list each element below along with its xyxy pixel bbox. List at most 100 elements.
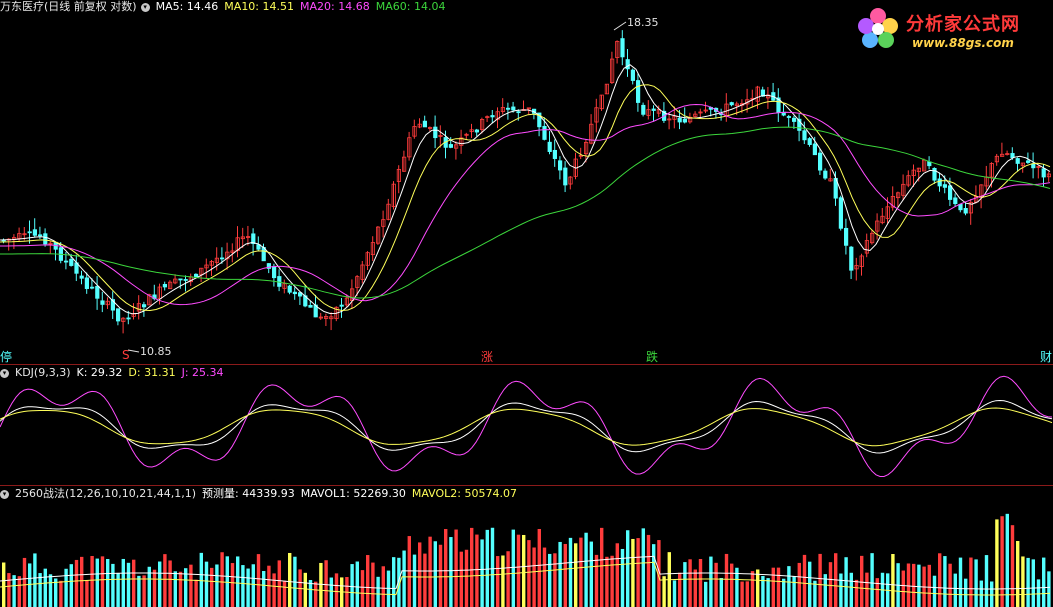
volume-bar <box>454 529 458 607</box>
price-chart-panel[interactable]: 万东医疗(日线 前复权 对数) ▾ MA5: 14.46 MA10: 14.51 MA2… <box>0 0 1053 364</box>
volume-bar <box>80 556 84 607</box>
volume-bar <box>464 549 469 607</box>
volume-bar <box>1036 579 1041 607</box>
volume-bar <box>714 562 718 607</box>
volume-bar <box>870 553 874 607</box>
volume-bar <box>776 567 781 607</box>
logo-text: 分析家公式网 <box>906 14 1020 35</box>
volume-bar <box>168 560 172 607</box>
volume-settings-icon[interactable]: ▾ <box>0 489 9 499</box>
settings-circle-icon[interactable]: ▾ <box>140 2 150 12</box>
volume-bar <box>574 543 578 607</box>
volume-bar <box>849 572 853 607</box>
kdj-d-line <box>0 407 1053 447</box>
volume-bar <box>927 564 931 607</box>
kdj-settings-icon[interactable]: ▾ <box>0 368 9 378</box>
candle-body <box>807 138 812 145</box>
candle-body <box>849 246 854 271</box>
candle-body <box>958 203 963 211</box>
candle-body <box>126 317 131 320</box>
volume-bar <box>506 551 510 607</box>
volume-bar <box>1005 513 1009 607</box>
candle-body <box>84 277 89 289</box>
volume-bar <box>542 547 547 607</box>
volume-bar <box>995 519 999 607</box>
candle-body <box>942 184 948 188</box>
volume-bar <box>64 568 68 607</box>
volume-bar <box>444 529 448 607</box>
volume-bar <box>350 564 354 607</box>
candle-body <box>812 143 818 156</box>
volume-bar <box>719 577 723 607</box>
candle-body <box>802 130 807 141</box>
volume-bar <box>303 572 307 607</box>
volume-bar <box>334 573 339 607</box>
volume-bar <box>537 528 541 607</box>
candle-body <box>162 284 167 288</box>
candle-body <box>308 304 313 308</box>
candle-body <box>558 160 563 171</box>
volume-bar <box>137 575 141 607</box>
volume-bar <box>111 563 115 607</box>
volume-bar <box>433 541 437 607</box>
candle-body <box>219 257 225 260</box>
volume-bar <box>288 552 292 607</box>
volume-bar <box>121 558 125 607</box>
candle-body <box>287 285 292 293</box>
candle-body <box>823 170 828 179</box>
volume-bar <box>522 534 526 607</box>
logo-url: www.88gs.com <box>912 36 1014 50</box>
volume-chart[interactable] <box>0 486 1053 607</box>
low-pointer <box>127 349 140 353</box>
candle-body <box>844 227 849 246</box>
volume-bar <box>194 579 198 607</box>
volume-bar <box>152 569 157 607</box>
volume-bar <box>932 575 937 607</box>
candle-body <box>682 118 688 123</box>
candlestick-chart[interactable] <box>0 0 1053 364</box>
volume-indicator-panel[interactable]: ▾ 2560战法(12,26,10,10,21,44,1,1) 预测量: 44339… <box>0 486 1053 607</box>
candle-body <box>116 308 121 322</box>
volume-bar <box>943 556 947 607</box>
candle-body <box>1026 160 1031 163</box>
volume-bar <box>839 573 843 607</box>
volume-bar <box>381 566 385 607</box>
volume-bar <box>584 532 588 607</box>
volume-bar <box>163 554 167 607</box>
candle-body <box>141 304 147 308</box>
candle-body <box>552 149 558 159</box>
volume-bar <box>693 569 697 607</box>
candle-body <box>620 38 625 58</box>
volume-bar <box>48 574 53 607</box>
volume-bar <box>610 555 614 607</box>
kdj-indicator-panel[interactable]: ▾ KDJ(9,3,3) K: 29.32 D: 31.31 J: 25.34 <box>0 365 1053 485</box>
kdj-j-value: J: 25.34 <box>181 366 224 379</box>
volume-bar <box>958 557 963 607</box>
volume-bar <box>688 559 692 607</box>
mavol1-value: MAVOL1: 52269.30 <box>300 487 406 500</box>
volume-bar <box>740 581 744 607</box>
volume-bar <box>771 567 775 607</box>
volume-bar <box>1000 516 1004 607</box>
kdj-name: KDJ(9,3,3) <box>15 366 71 379</box>
candle-body <box>729 102 734 106</box>
volume-bar <box>402 550 406 607</box>
candle-body <box>490 115 495 118</box>
stock-title: 万东医疗(日线 前复权 对数) <box>0 0 137 13</box>
candle-body <box>100 300 105 305</box>
volume-bar <box>225 556 229 607</box>
candle-body <box>183 279 188 281</box>
candle-body <box>651 108 656 111</box>
volume-bar <box>74 559 79 607</box>
volume-bar <box>475 534 479 607</box>
volume-bar <box>1026 557 1030 607</box>
volume-bar <box>620 548 625 607</box>
candle-body <box>433 126 438 139</box>
candle-body <box>505 107 511 110</box>
volume-bar <box>210 567 214 607</box>
kdj-chart[interactable] <box>0 365 1053 485</box>
volume-bar <box>828 562 833 607</box>
volume-bar <box>906 563 911 607</box>
volume-bar <box>1031 559 1035 607</box>
candle-body <box>1031 163 1036 169</box>
